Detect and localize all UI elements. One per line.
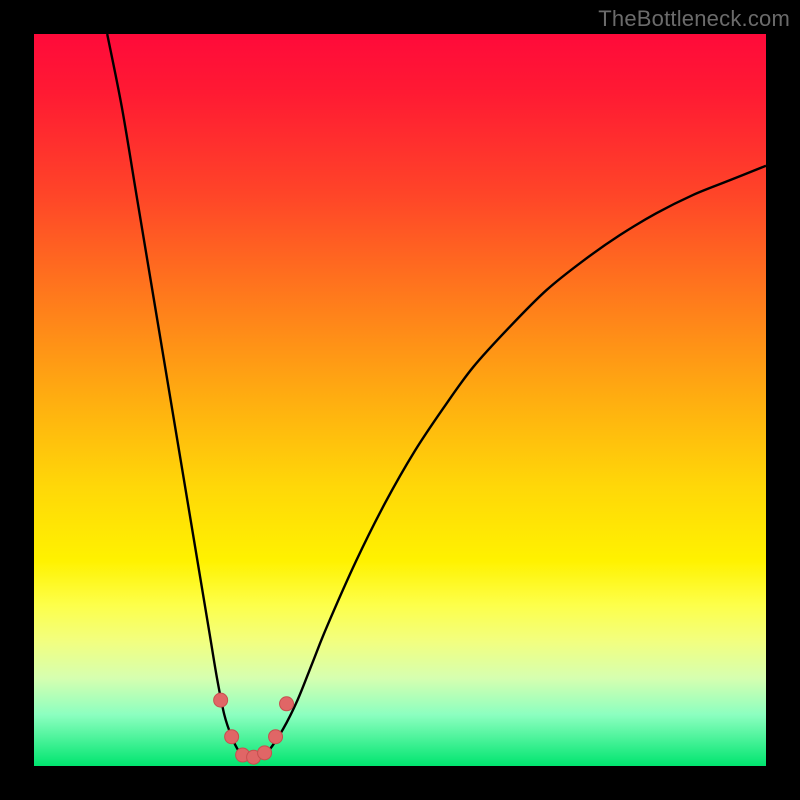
bottleneck-curve-svg — [34, 34, 766, 766]
curve-marker — [258, 746, 272, 760]
plot-area — [34, 34, 766, 766]
chart-frame: TheBottleneck.com — [0, 0, 800, 800]
curve-marker — [269, 730, 283, 744]
bottleneck-curve-path — [107, 34, 766, 759]
curve-markers — [214, 693, 294, 764]
curve-marker — [225, 730, 239, 744]
watermark-text: TheBottleneck.com — [598, 6, 790, 32]
curve-marker — [280, 697, 294, 711]
curve-marker — [214, 693, 228, 707]
